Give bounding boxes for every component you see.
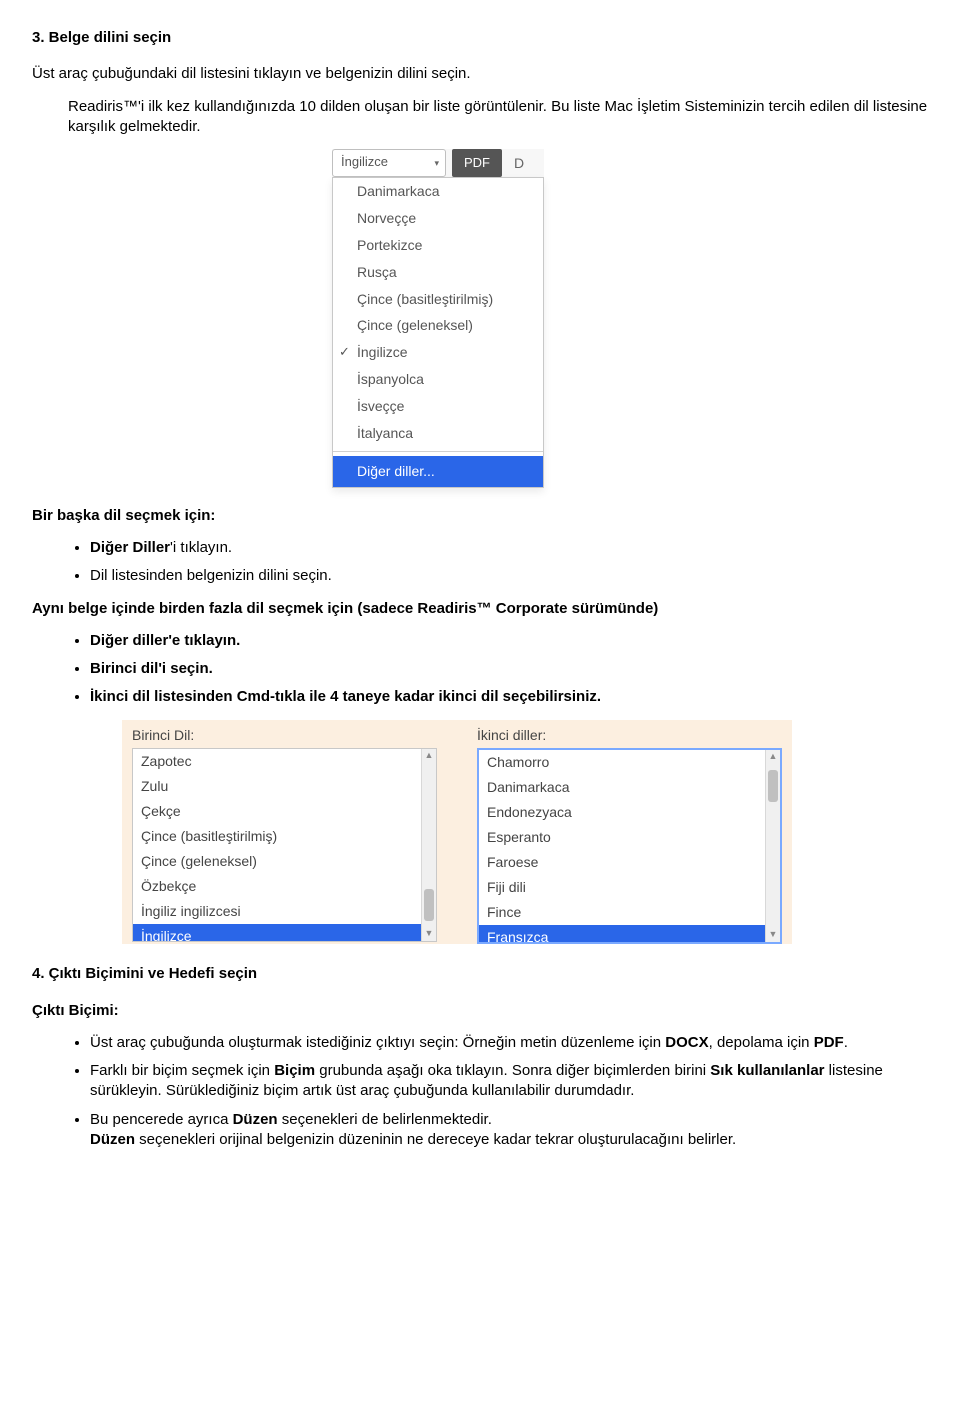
list-item: Diğer diller'e tıklayın. [90, 631, 928, 651]
text: . [844, 1034, 848, 1051]
bold-suffix: 'e tıklayın. [168, 632, 240, 649]
bold-term: Cmd-tıkla [237, 688, 305, 705]
menu-divider [333, 451, 543, 452]
language-menu-item[interactable]: İspanyolca [333, 366, 543, 393]
listbox-option[interactable]: Çince (geleneksel) [133, 849, 436, 874]
listbox-option[interactable]: Fince [479, 900, 780, 925]
second-languages-listbox[interactable]: ChamorroDanimarkacaEndonezyacaEsperantoF… [477, 748, 782, 944]
language-menu-item[interactable]: Rusça [333, 259, 543, 286]
scroll-thumb[interactable] [424, 889, 434, 921]
pdf-button[interactable]: PDF [452, 149, 502, 177]
text: grubunda aşağı oka tıklayın. Sonra diğer… [315, 1062, 710, 1079]
bold-term: PDF [814, 1034, 844, 1051]
dual-listbox-figure: Birinci Dil: ZapotecZuluÇekçeÇince (basi… [122, 720, 928, 945]
text: seçenekleri orijinal belgenizin düzenini… [135, 1131, 736, 1148]
listbox-option[interactable]: İngilizce [133, 924, 436, 943]
list-item: Dil listesinden belgenizin dilini seçin. [90, 566, 928, 586]
language-menu-item[interactable]: İtalyanca [333, 420, 543, 447]
text: İkinci dil listesinden [90, 688, 237, 705]
chevron-down-icon: ▾ [434, 157, 439, 169]
scroll-up-icon[interactable]: ▲ [422, 749, 436, 763]
first-language-label: Birinci Dil: [132, 726, 437, 745]
scroll-down-icon[interactable]: ▼ [766, 928, 780, 942]
language-menu-item[interactable]: İsveççe [333, 393, 543, 420]
scroll-thumb[interactable] [768, 770, 778, 802]
list-item: İkinci dil listesinden Cmd-tıkla ile 4 t… [90, 687, 928, 707]
multi-lang-list: Diğer diller'e tıklayın. Birinci dil'i s… [32, 631, 928, 708]
another-lang-heading: Bir başka dil seçmek için: [32, 506, 928, 526]
listbox-option[interactable]: Endonezyaca [479, 800, 780, 825]
listbox-option[interactable]: Özbekçe [133, 874, 436, 899]
text: Farklı bir biçim seçmek için [90, 1062, 274, 1079]
language-selector[interactable]: İngilizce ▾ [332, 149, 446, 177]
bold-term: Birinci dil [90, 660, 158, 677]
toolbar-extra: D [506, 149, 532, 177]
listbox-option[interactable]: Esperanto [479, 825, 780, 850]
second-languages-label: İkinci diller: [477, 726, 782, 745]
bold-term: Diğer Diller [90, 539, 170, 556]
listbox-option[interactable]: Fiji dili [479, 875, 780, 900]
list-item: Bu pencerede ayrıca Düzen seçenekleri de… [90, 1110, 928, 1151]
listbox-option[interactable]: Zapotec [133, 749, 436, 774]
section4-title: 4. Çıktı Biçimini ve Hedefi seçin [32, 964, 928, 984]
multi-lang-heading: Aynı belge içinde birden fazla dil seçme… [32, 599, 928, 619]
section3-p1: Üst araç çubuğundaki dil listesini tıkla… [32, 64, 928, 84]
bold-term: DOCX [665, 1034, 708, 1051]
listbox-option[interactable]: İngiliz ingilizcesi [133, 899, 436, 924]
language-menu-item[interactable]: Danimarkaca [333, 178, 543, 205]
toolbar-row: İngilizce ▾ PDF D [332, 149, 544, 177]
listbox-option[interactable]: Fransızca [479, 925, 780, 945]
text: ile 4 taneye kadar ikinci dil seçebilirs… [305, 688, 601, 705]
bold-term: Düzen [233, 1111, 278, 1128]
language-menu-item[interactable]: Norveççe [333, 205, 543, 232]
section3-p2: Readiris™'i ilk kez kullandığınızda 10 d… [68, 97, 928, 138]
other-languages-menu-item[interactable]: Diğer diller... [333, 456, 543, 487]
another-lang-list: Diğer Diller'i tıklayın. Dil listesinden… [32, 538, 928, 587]
section3-title: 3. Belge dilini seçin [32, 28, 928, 48]
text: seçenekleri de belirlenmektedir. [278, 1111, 492, 1128]
text: Üst araç çubuğunda oluşturmak istediğini… [90, 1034, 665, 1051]
language-menu-item[interactable]: Portekizce [333, 232, 543, 259]
listbox-option[interactable]: Zulu [133, 774, 436, 799]
bold-term: Sık kullanılanlar [710, 1062, 824, 1079]
language-menu: DanimarkacaNorveççePortekizceRusçaÇince … [332, 177, 544, 488]
scroll-down-icon[interactable]: ▼ [422, 927, 436, 941]
text: , depolama için [709, 1034, 814, 1051]
list-item: Üst araç çubuğunda oluşturmak istediğini… [90, 1033, 928, 1053]
language-menu-item[interactable]: Çince (basitleştirilmiş) [333, 286, 543, 313]
language-selector-value: İngilizce [341, 154, 388, 169]
listbox-option[interactable]: Chamorro [479, 750, 780, 775]
scrollbar[interactable]: ▲ ▼ [421, 749, 436, 941]
text: 'i tıklayın. [170, 539, 232, 556]
output-format-list: Üst araç çubuğunda oluşturmak istediğini… [32, 1033, 928, 1150]
bold-term: Biçim [274, 1062, 315, 1079]
text: Bu pencerede ayrıca [90, 1111, 233, 1128]
list-item: Birinci dil'i seçin. [90, 659, 928, 679]
bold-suffix: 'i seçin. [158, 660, 212, 677]
first-language-listbox[interactable]: ZapotecZuluÇekçeÇince (basitleştirilmiş)… [132, 748, 437, 942]
list-item: Diğer Diller'i tıklayın. [90, 538, 928, 558]
bold-term: Düzen [90, 1131, 135, 1148]
language-menu-item[interactable]: İngilizce [333, 339, 543, 366]
listbox-option[interactable]: Çekçe [133, 799, 436, 824]
language-dropdown-figure: İngilizce ▾ PDF D DanimarkacaNorveççePor… [32, 149, 928, 488]
scroll-up-icon[interactable]: ▲ [766, 750, 780, 764]
language-menu-item[interactable]: Çince (geleneksel) [333, 312, 543, 339]
list-item: Farklı bir biçim seçmek için Biçim grubu… [90, 1061, 928, 1102]
scrollbar[interactable]: ▲ ▼ [765, 750, 780, 942]
listbox-option[interactable]: Danimarkaca [479, 775, 780, 800]
section4-subheading: Çıktı Biçimi: [32, 1001, 928, 1021]
bold-term: Diğer diller [90, 632, 168, 649]
listbox-option[interactable]: Çince (basitleştirilmiş) [133, 824, 436, 849]
listbox-option[interactable]: Faroese [479, 850, 780, 875]
